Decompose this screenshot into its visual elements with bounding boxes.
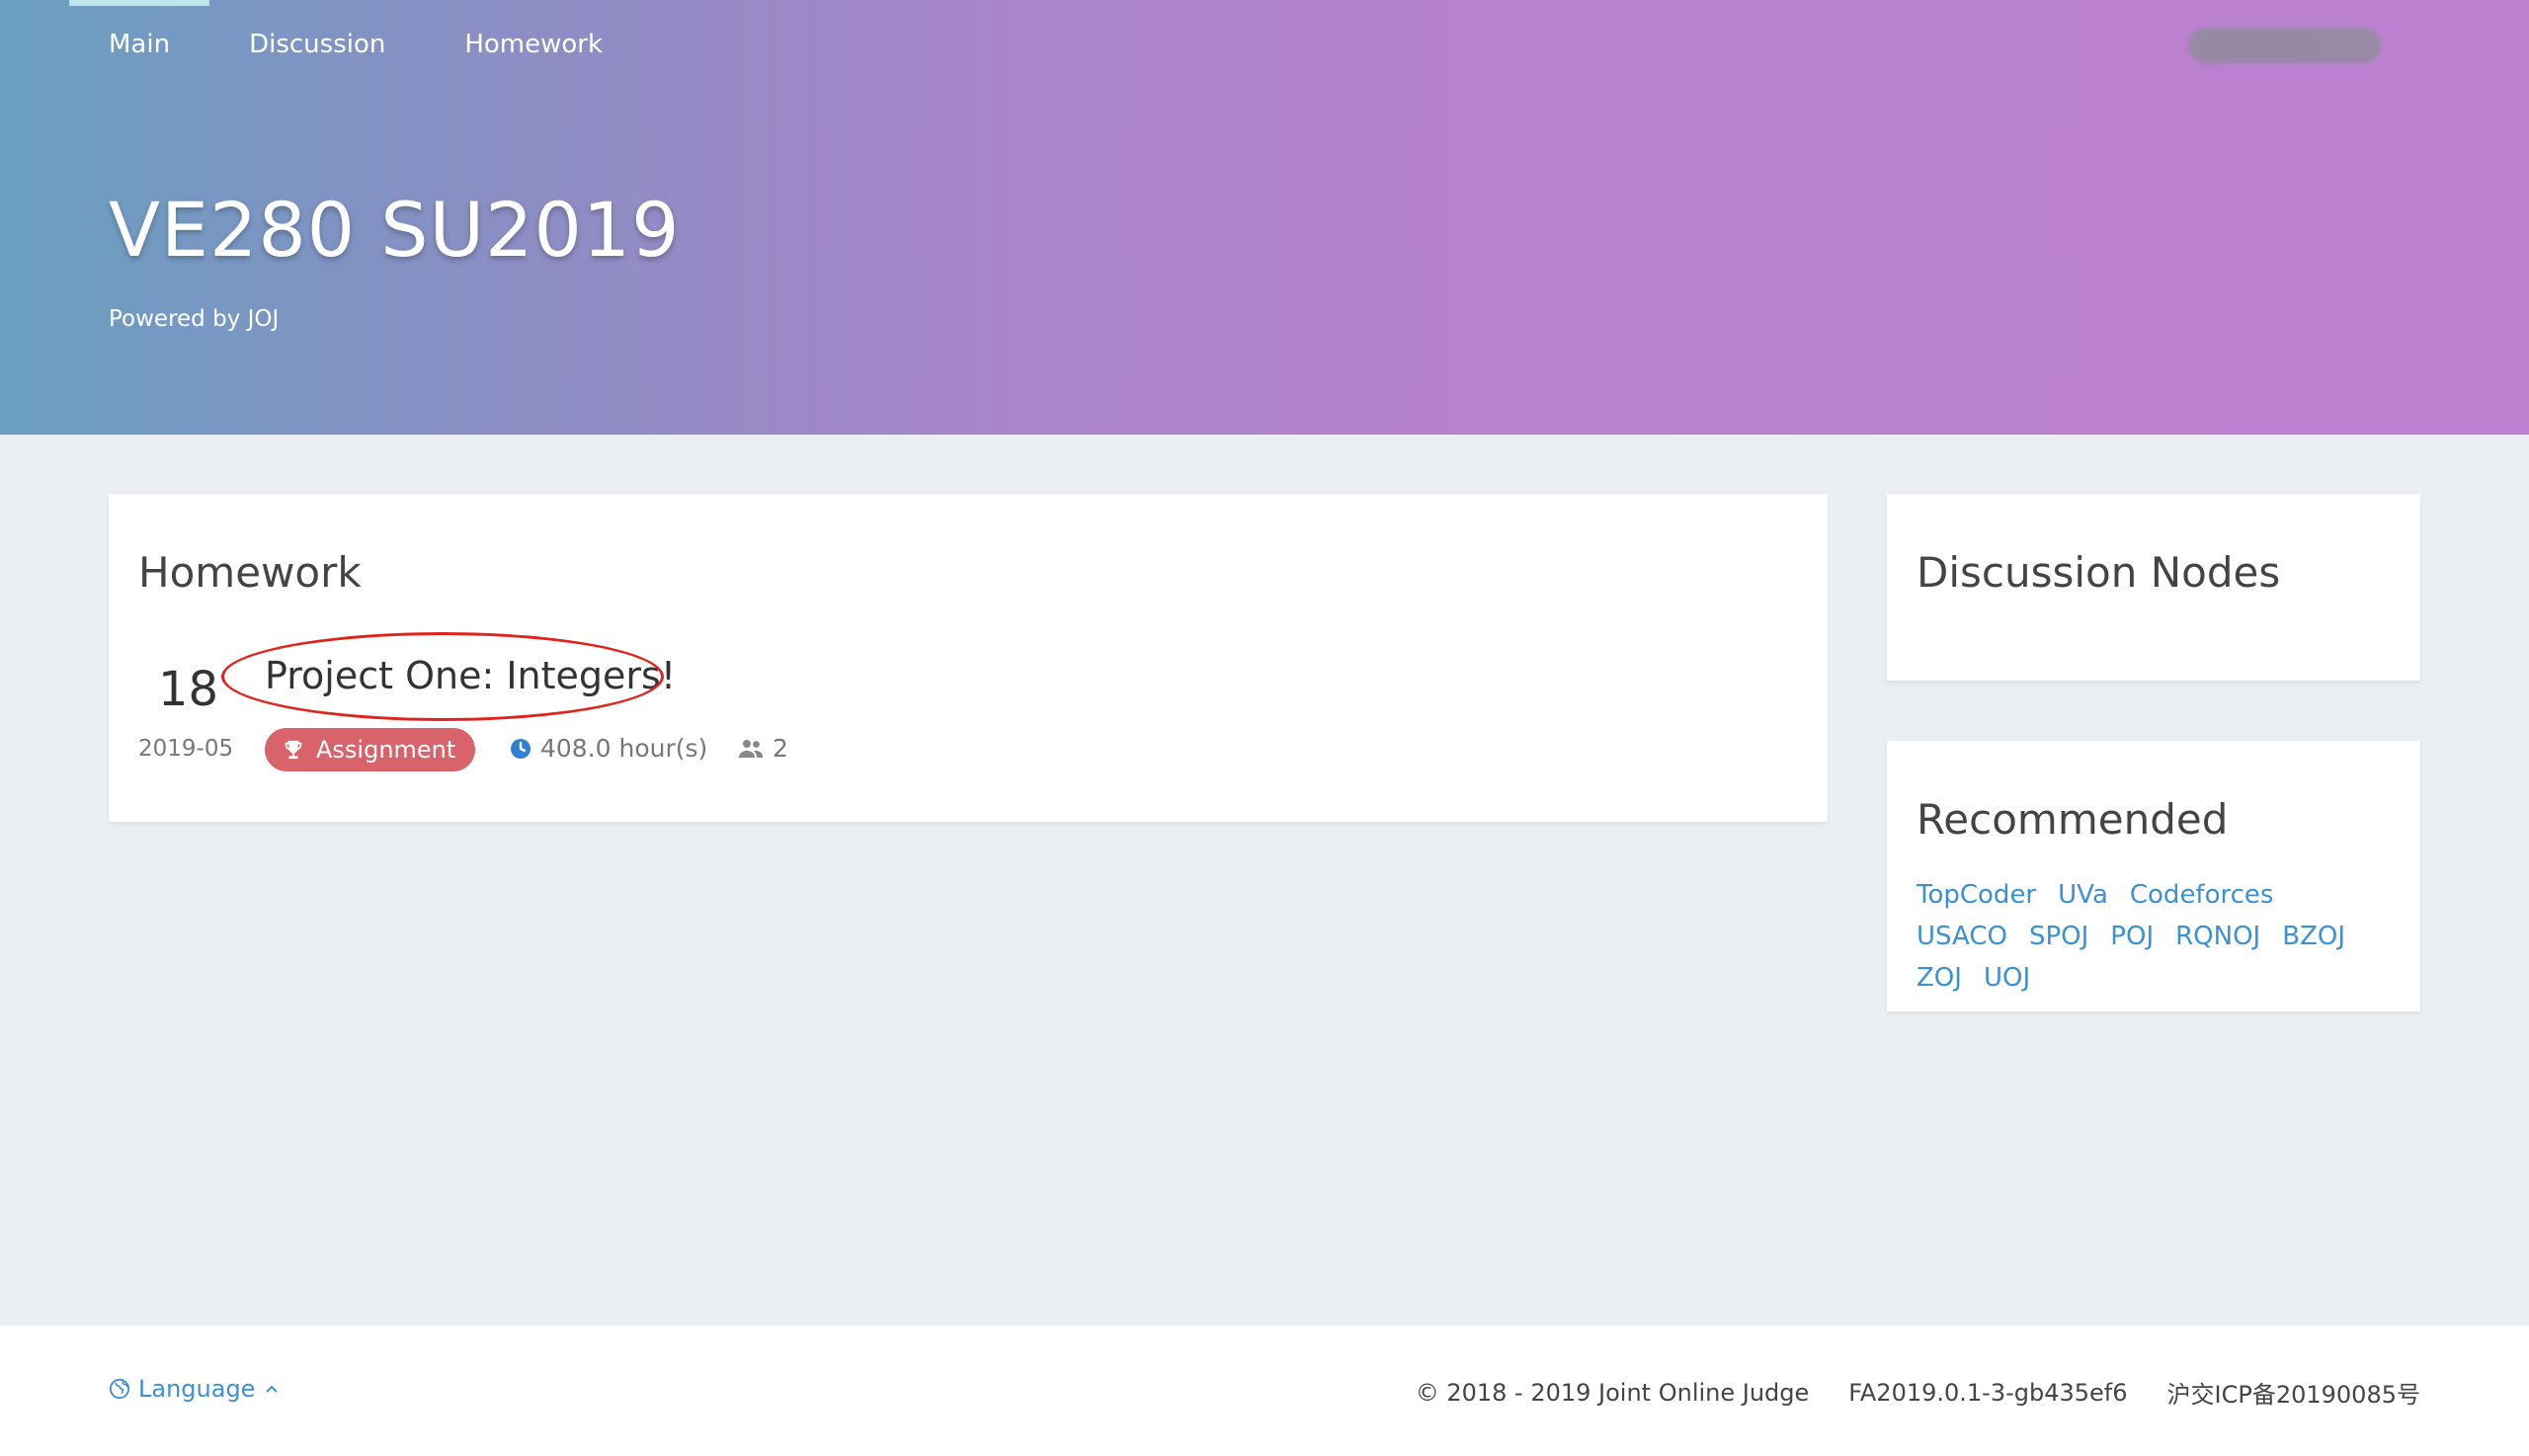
page-footer: Language © 2018 - 2019 Joint Online Judg… xyxy=(0,1326,2529,1456)
recommended-link-uoj[interactable]: UOJ xyxy=(1984,962,2030,994)
homework-date-day: 18 xyxy=(158,662,219,717)
recommended-panel: Recommended TopCoder UVa Codeforces USAC… xyxy=(1887,741,2420,1011)
nav-item-discussion[interactable]: Discussion xyxy=(249,0,385,89)
trophy-icon xyxy=(285,740,302,760)
assignment-badge: Assignment xyxy=(265,728,476,771)
language-selector[interactable]: Language xyxy=(109,1375,279,1403)
homework-panel-title: Homework xyxy=(138,548,362,597)
main-nav: Main Discussion Homework xyxy=(68,0,682,89)
recommended-link-uva[interactable]: UVa xyxy=(2058,879,2108,911)
homework-duration-value: 408.0 hour(s) xyxy=(540,734,708,763)
people-icon xyxy=(739,739,763,758)
recommended-link-bzoj[interactable]: BZOJ xyxy=(2282,921,2345,952)
footer-version: FA2019.0.1-3-gb435ef6 xyxy=(1848,1378,2128,1407)
homework-title-link[interactable]: Project One: Integers! xyxy=(265,654,676,697)
footer-info: © 2018 - 2019 Joint Online Judge FA2019.… xyxy=(1376,1375,2420,1410)
discussion-nodes-panel: Discussion Nodes xyxy=(1887,494,2420,681)
homework-duration: 408.0 hour(s) xyxy=(509,734,707,763)
user-menu-redacted[interactable] xyxy=(2188,28,2381,63)
recommended-title: Recommended xyxy=(1917,795,2229,844)
recommended-link-poj[interactable]: POJ xyxy=(2110,921,2154,952)
nav-item-main[interactable]: Main xyxy=(68,0,210,89)
recommended-link-usaco[interactable]: USACO xyxy=(1917,921,2007,952)
page-title: VE280 SU2019 xyxy=(109,186,681,274)
page-header: Main Discussion Homework VE280 SU2019 Po… xyxy=(0,0,2529,435)
homework-participants-count: 2 xyxy=(773,734,788,763)
language-label: Language xyxy=(138,1375,256,1403)
homework-date-month: 2019-05 xyxy=(138,736,234,762)
recommended-link-spoj[interactable]: SPOJ xyxy=(2029,921,2088,952)
globe-icon xyxy=(109,1378,130,1400)
assignment-badge-label: Assignment xyxy=(316,736,456,764)
recommended-link-rqnoj[interactable]: RQNOJ xyxy=(2175,921,2260,952)
clock-icon xyxy=(511,738,530,759)
recommended-link-zoj[interactable]: ZOJ xyxy=(1917,962,1962,994)
page-subtitle: Powered by JOJ xyxy=(109,306,280,332)
recommended-link-codeforces[interactable]: Codeforces xyxy=(2130,879,2274,911)
recommended-link-topcoder[interactable]: TopCoder xyxy=(1917,879,2036,911)
footer-copyright: © 2018 - 2019 Joint Online Judge xyxy=(1415,1378,1810,1407)
discussion-nodes-title: Discussion Nodes xyxy=(1917,548,2281,597)
homework-panel: Homework 18 2019-05 Project One: Integer… xyxy=(109,494,1828,822)
homework-participants: 2 xyxy=(737,734,788,763)
footer-icp: 沪交ICP备20190085号 xyxy=(2166,1381,2420,1409)
chevron-up-icon xyxy=(266,1385,279,1393)
recommended-links: TopCoder UVa Codeforces USACO SPOJ POJ R… xyxy=(1917,879,2391,994)
nav-item-homework[interactable]: Homework xyxy=(464,0,603,89)
